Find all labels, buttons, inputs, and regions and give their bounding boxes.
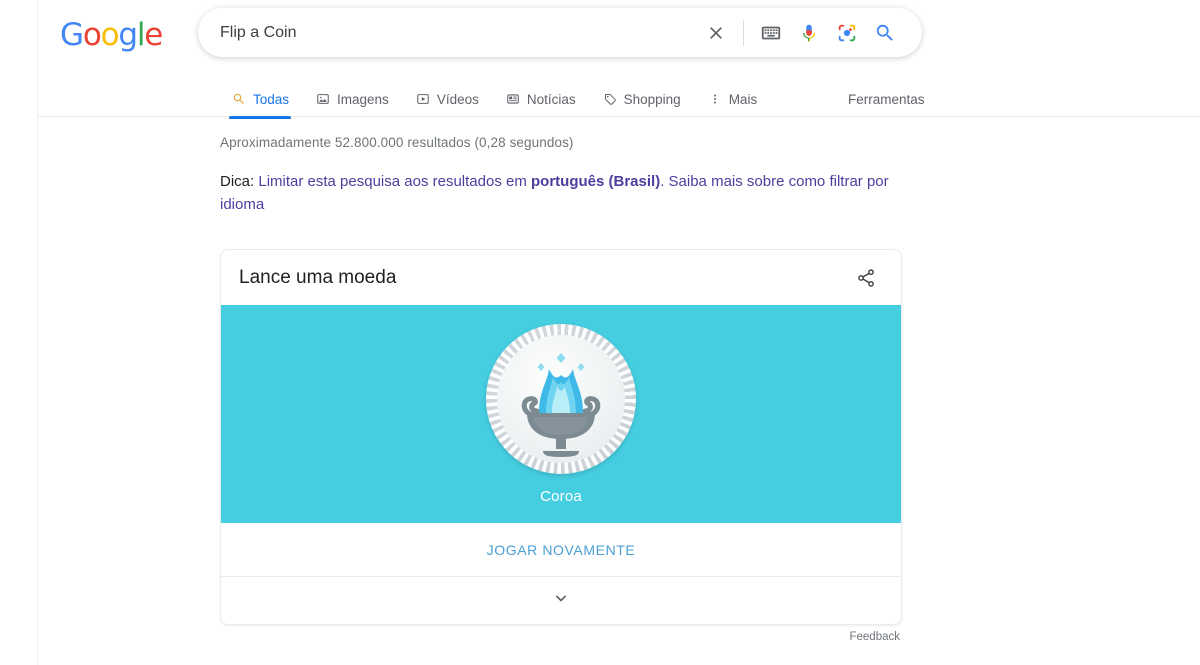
- expand-row[interactable]: [221, 577, 901, 624]
- search-tabs: Todas Imagens Vídeos Notícias Shopping M…: [218, 82, 771, 119]
- search-icon: [231, 91, 247, 107]
- tools-button[interactable]: Ferramentas: [848, 82, 925, 116]
- more-vertical-icon: [707, 91, 723, 107]
- search-input[interactable]: [218, 8, 697, 57]
- logo-letter-o2: o: [100, 17, 120, 53]
- left-rail: [0, 0, 38, 665]
- google-logo[interactable]: Google: [60, 17, 163, 53]
- coin-widget-title: Lance uma moeda: [239, 266, 397, 288]
- coin-stage: Coroa: [221, 305, 901, 523]
- keyboard-icon[interactable]: [752, 14, 790, 52]
- tab-label: Vídeos: [436, 91, 479, 107]
- coin-widget-header: Lance uma moeda: [221, 250, 901, 305]
- search-results-page: Google Flip a Coin Todas Imagens Vídeos …: [0, 0, 1200, 665]
- coin-graphic: [486, 323, 636, 474]
- google-lens-icon[interactable]: [828, 14, 866, 52]
- page-header: Google Flip a Coin Todas Imagens Vídeos …: [38, 0, 1200, 119]
- tab-todas[interactable]: Todas: [218, 82, 302, 119]
- language-tip-label: Dica:: [220, 173, 255, 190]
- search-icon[interactable]: [866, 14, 904, 52]
- logo-letter-o1: o: [82, 17, 102, 53]
- logo-letter-g: G: [60, 17, 84, 53]
- news-icon: [505, 91, 521, 107]
- tools-label: Ferramentas: [848, 91, 925, 107]
- search-box[interactable]: [198, 8, 922, 57]
- search-box-actions: [697, 14, 922, 52]
- tab-imagens[interactable]: Imagens: [302, 82, 402, 116]
- tag-icon: [602, 91, 618, 107]
- video-icon: [415, 91, 431, 107]
- share-icon[interactable]: [851, 263, 881, 293]
- tab-mais[interactable]: Mais: [694, 82, 771, 116]
- tab-label: Todas: [253, 91, 290, 107]
- logo-letter-g2: g: [118, 17, 138, 53]
- language-tip: Dica: Limitar esta pesquisa aos resultad…: [220, 170, 900, 216]
- tab-label: Mais: [728, 91, 758, 107]
- coin-result-label: Coroa: [540, 487, 582, 505]
- coin-face-art: [521, 352, 601, 457]
- logo-letter-e: e: [144, 17, 163, 53]
- play-again-button[interactable]: JOGAR NOVAMENTE: [481, 541, 642, 559]
- play-again-row[interactable]: JOGAR NOVAMENTE: [221, 523, 901, 577]
- tab-shopping[interactable]: Shopping: [589, 82, 694, 116]
- tab-noticias[interactable]: Notícias: [492, 82, 589, 116]
- close-icon[interactable]: [697, 14, 735, 52]
- microphone-icon[interactable]: [790, 14, 828, 52]
- result-stats: Aproximadamente 52.800.000 resultados (0…: [220, 135, 574, 150]
- tab-label: Shopping: [623, 91, 681, 107]
- search-box-divider: [743, 19, 744, 46]
- language-tip-text-1: Limitar esta pesquisa aos resultados em: [258, 173, 527, 190]
- tab-label: Imagens: [337, 91, 389, 107]
- feedback-link[interactable]: Feedback: [220, 631, 900, 643]
- image-icon: [315, 91, 331, 107]
- tab-label: Notícias: [526, 91, 576, 107]
- language-tip-link[interactable]: Limitar esta pesquisa aos resultados em …: [220, 173, 889, 213]
- tab-videos[interactable]: Vídeos: [402, 82, 492, 116]
- chevron-down-icon[interactable]: [551, 588, 571, 613]
- language-tip-bold: português (Brasil): [531, 173, 661, 190]
- coin-flip-widget: Lance uma moeda Coroa JOGAR NOVAMENTE: [220, 249, 902, 625]
- main-content: Aproximadamente 52.800.000 resultados (0…: [220, 117, 920, 643]
